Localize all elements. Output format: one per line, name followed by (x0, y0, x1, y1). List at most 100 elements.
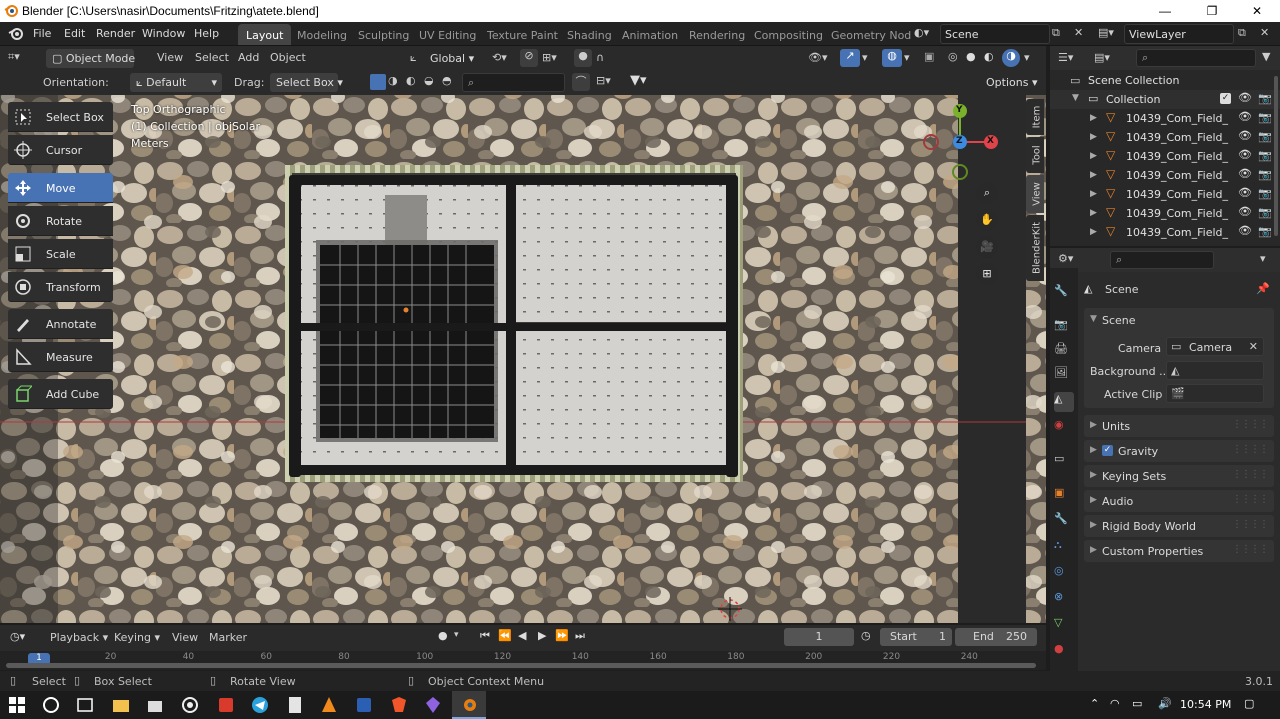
panel-rigid-body-world[interactable]: ▶ Rigid Body World ⋮⋮⋮⋮ (1084, 515, 1274, 537)
tab-animation[interactable]: Animation (614, 24, 686, 45)
marker-menu[interactable]: Marker (209, 631, 247, 644)
current-frame-field[interactable]: 1 (784, 628, 854, 646)
blender-menu-icon[interactable] (8, 26, 24, 42)
telegram-icon[interactable] (251, 696, 269, 714)
output-tab-icon[interactable]: 🖨 (1054, 342, 1074, 362)
tool-add-cube[interactable]: Add Cube (8, 379, 113, 409)
proportional-falloff-icon[interactable]: ⌒ (572, 73, 590, 91)
select-mode-invert-icon[interactable]: ◒ (424, 74, 434, 87)
drag-handle-icon[interactable]: ⋮⋮⋮⋮ (1232, 444, 1269, 455)
camera-render-icon[interactable]: 📷 (1258, 149, 1272, 162)
tool-transform[interactable]: Transform (8, 272, 113, 302)
transform-orientation-dropdown[interactable]: Global ▾ (424, 49, 482, 68)
eye-icon[interactable]: 👁 (1238, 167, 1252, 180)
new-viewlayer-icon[interactable]: ⧉ (1238, 26, 1246, 40)
xray-icon[interactable]: ▣ (924, 50, 934, 63)
pan-hand-icon[interactable]: ✋ (976, 209, 998, 231)
panel-audio[interactable]: ▶ Audio ⋮⋮⋮⋮ (1084, 490, 1274, 512)
task-view-icon[interactable] (76, 696, 94, 714)
tray-chevron-up-icon[interactable]: ⌃ (1090, 697, 1099, 710)
tab-modeling[interactable]: Modeling (289, 24, 355, 45)
overlay-toggle-icon[interactable]: ◍ (882, 49, 902, 67)
camera-render-icon[interactable]: 📷 (1258, 206, 1272, 219)
close-button[interactable]: ✕ (1234, 0, 1280, 22)
expand-arrow-icon[interactable]: ▶ (1090, 227, 1097, 237)
search-circle-icon[interactable] (42, 696, 60, 714)
expand-arrow-icon[interactable]: ▶ (1090, 151, 1097, 161)
camera-render-icon[interactable]: 📷 (1258, 111, 1272, 124)
zoom-icon[interactable]: ⌕ (976, 182, 998, 204)
scene-tab-icon[interactable]: ◭ (1054, 392, 1074, 412)
gizmo-toggle-icon[interactable]: ↗ (840, 49, 860, 67)
data-tab-icon[interactable]: ▽ (1054, 616, 1074, 636)
tab-rendering[interactable]: Rendering (681, 24, 753, 45)
menu-window[interactable]: Window (142, 27, 185, 40)
outliner-row-object[interactable]: ▶ ▽ 10439_Com_Field_ 👁 📷 (1050, 204, 1280, 223)
notifications-icon[interactable]: ▢ (1244, 697, 1254, 710)
tool-move[interactable]: Move (8, 173, 113, 203)
panel-keying-sets[interactable]: ▶ Keying Sets ⋮⋮⋮⋮ (1084, 465, 1274, 487)
sidebar-tab-view[interactable]: View (1026, 175, 1044, 213)
camera-field[interactable]: ▭ Camera ✕ (1166, 337, 1264, 356)
checkbox-icon[interactable]: ✓ (1220, 93, 1231, 104)
shading-solid-icon[interactable]: ● (966, 50, 976, 63)
proportional-edit-icon[interactable]: ● (574, 49, 592, 67)
chrome-icon[interactable] (181, 696, 199, 714)
camera-render-icon[interactable]: 📷 (1258, 92, 1272, 105)
end-frame-field[interactable]: End 250 (955, 628, 1037, 646)
jump-end-icon[interactable]: ⏭ (575, 629, 585, 643)
particles-tab-icon[interactable]: ⛬ (1054, 538, 1074, 558)
expand-arrow-icon[interactable]: ▶ (1090, 113, 1097, 123)
shading-dropdown-icon[interactable]: ▾ (1024, 51, 1030, 64)
constraints-tab-icon[interactable]: ⊗ (1054, 590, 1074, 610)
outliner-row-object[interactable]: ▶ ▽ 10439_Com_Field_ 👁 📷 (1050, 166, 1280, 185)
filter-icon[interactable]: ▼▾ (630, 73, 647, 88)
eye-icon[interactable]: 👁 (1238, 91, 1252, 104)
menu-object[interactable]: Object (270, 51, 306, 64)
outliner-scrollbar[interactable] (1274, 76, 1278, 236)
visibility-icon[interactable]: 👁▾ (808, 51, 828, 64)
viewlayer-field[interactable]: ViewLayer (1124, 24, 1234, 44)
falloff-icon[interactable]: ∩ (596, 51, 604, 64)
tab-sculpting[interactable]: Sculpting (350, 24, 417, 45)
camera-render-icon[interactable]: 📷 (1258, 187, 1272, 200)
auto-keying-dropdown-icon[interactable]: ▾ (454, 630, 459, 640)
outliner-row-collection[interactable]: ▼ ▭ Collection ✓ 👁 📷 (1050, 90, 1280, 109)
world-tab-icon[interactable]: ◉ (1054, 418, 1074, 438)
sidebar-tab-blenderkit[interactable]: BlenderKit (1026, 215, 1044, 281)
pivot-icon[interactable]: ⟲▾ (492, 51, 507, 64)
jump-start-icon[interactable]: ⏮ (480, 629, 490, 643)
drag-handle-icon[interactable]: ⋮⋮⋮⋮ (1232, 419, 1269, 430)
snap-target-icon[interactable]: ⊞▾ (542, 51, 557, 64)
gravity-checkbox[interactable]: ✓ (1102, 445, 1113, 456)
menu-select[interactable]: Select (195, 51, 229, 64)
play-reverse-icon[interactable]: ◀ (518, 629, 526, 642)
timeline-scrollbar[interactable] (6, 663, 1036, 668)
outliner-search-input[interactable]: ⌕ (1136, 49, 1256, 67)
preview-range-icon[interactable]: ◷ (861, 629, 871, 642)
vlc-icon[interactable] (320, 696, 338, 714)
maximize-button[interactable]: ❐ (1189, 0, 1235, 22)
eye-icon[interactable]: 👁 (1238, 205, 1252, 218)
brave-icon[interactable] (390, 696, 408, 714)
next-keyframe-icon[interactable]: ⏩ (555, 629, 569, 642)
eye-icon[interactable]: 👁 (1238, 148, 1252, 161)
shading-rendered-icon[interactable]: ◑ (1002, 49, 1020, 67)
outliner-row-object[interactable]: ▶ ▽ 10439_Com_Field_ 👁 📷 (1050, 223, 1280, 242)
menu-file[interactable]: File (33, 27, 51, 40)
object-tab-icon[interactable]: ▣ (1054, 486, 1074, 506)
collection-tab-icon[interactable]: ▭ (1054, 452, 1074, 472)
clear-icon[interactable]: ✕ (1249, 340, 1258, 353)
keying-menu[interactable]: Keying ▾ (114, 631, 160, 644)
tab-compositing[interactable]: Compositing (746, 24, 831, 45)
eye-icon[interactable]: 👁 (1238, 129, 1252, 142)
delete-viewlayer-icon[interactable]: ✕ (1260, 26, 1269, 39)
expand-arrow-icon[interactable]: ▼ (1072, 93, 1079, 103)
outliner-row-object[interactable]: ▶ ▽ 10439_Com_Field_ 👁 📷 (1050, 109, 1280, 128)
filter-icon[interactable]: ▼ (1262, 50, 1270, 63)
transform-orientation-icon[interactable]: ⟀ (410, 51, 417, 65)
select-mode-intersect-icon[interactable]: ◓ (442, 74, 452, 87)
tool-cursor[interactable]: Cursor (8, 135, 113, 165)
drag-handle-icon[interactable]: ⋮⋮⋮⋮ (1232, 469, 1269, 480)
tool-scale[interactable]: Scale (8, 239, 113, 269)
